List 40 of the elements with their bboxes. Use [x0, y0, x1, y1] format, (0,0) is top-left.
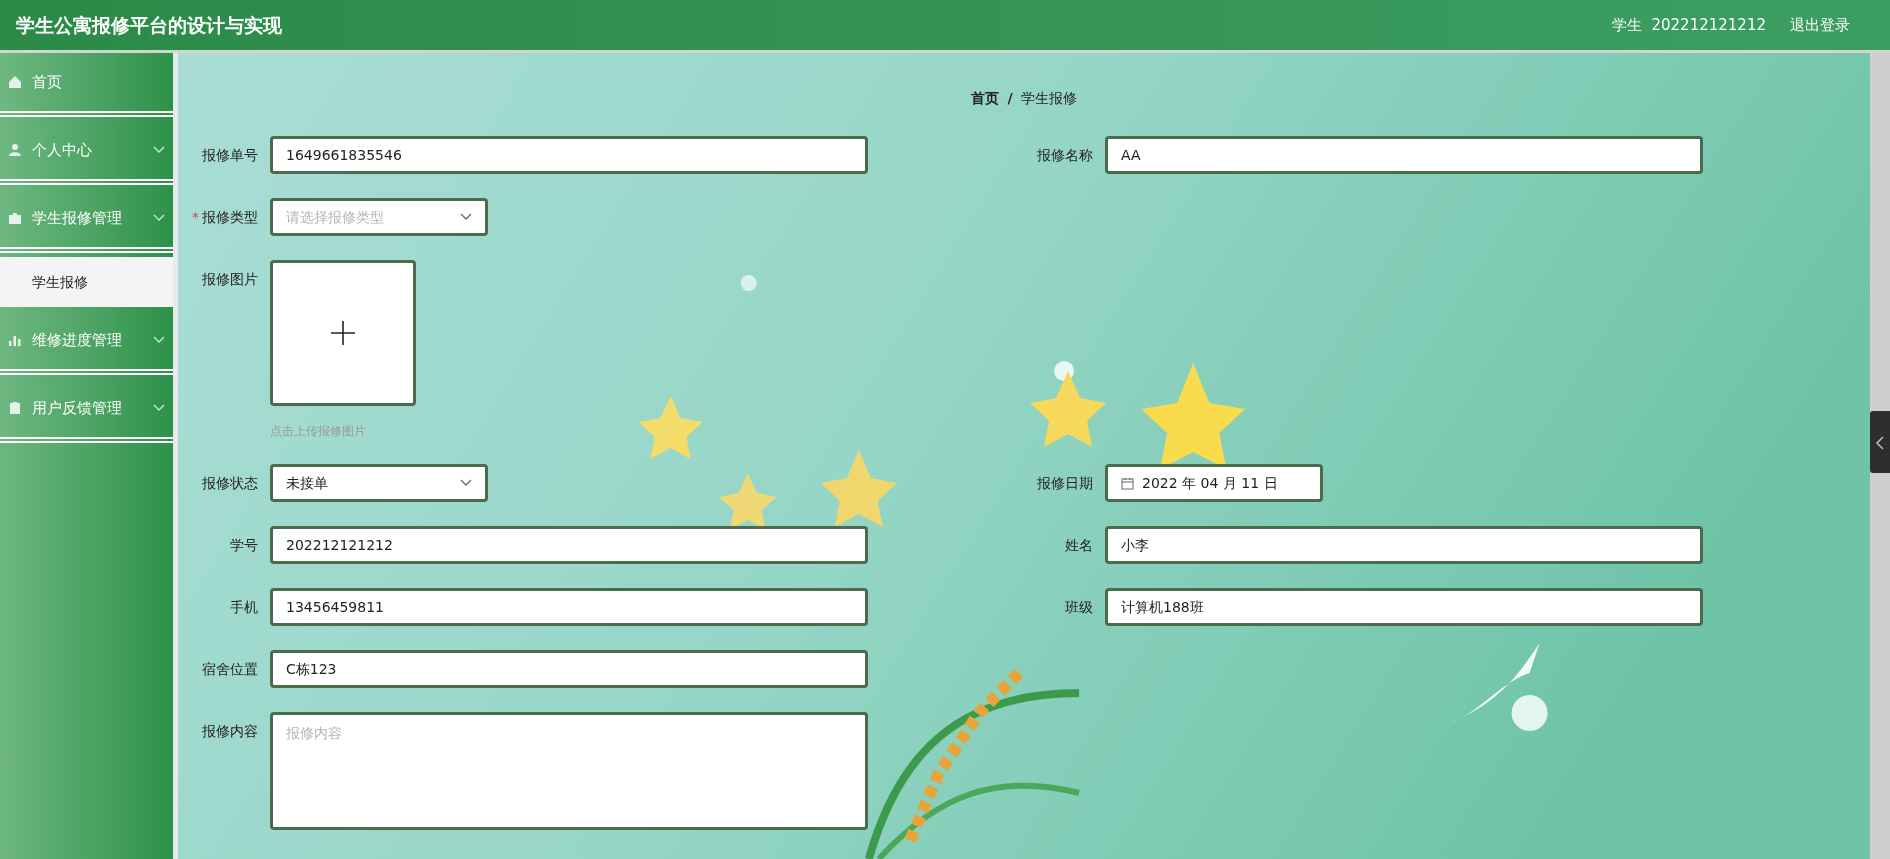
side-toggle-button[interactable] — [1870, 411, 1890, 473]
field-label: 报修内容 — [201, 722, 258, 741]
app-title: 学生公寓报修平台的设计与实现 — [16, 12, 282, 38]
bar-chart-icon — [8, 333, 22, 347]
field-label: 报修图片 — [201, 270, 258, 289]
date-field[interactable]: 2022 年 04 月 11 日 — [1105, 464, 1323, 502]
breadcrumb-separator: / — [1007, 88, 1013, 108]
field-label: 班级 — [1064, 598, 1093, 617]
input-field[interactable]: 202212121212 — [270, 526, 868, 564]
clipboard-icon — [8, 401, 22, 415]
sidebar-subitem[interactable]: 学生报修 — [0, 257, 173, 307]
upload-box[interactable] — [270, 260, 416, 406]
input-field[interactable]: 计算机188班 — [1105, 588, 1703, 626]
person-icon — [8, 143, 22, 157]
user-info: 学生 202212121212 — [1611, 14, 1766, 36]
field-label: 学号 — [229, 536, 258, 555]
home-icon — [8, 75, 22, 89]
calendar-icon — [1121, 476, 1134, 490]
breadcrumb-item: 学生报修 — [1020, 88, 1077, 108]
field-label: * 报修类型 — [191, 208, 258, 227]
field-label: 报修名称 — [1036, 146, 1093, 165]
chevron-left-icon — [1875, 435, 1885, 450]
field-label: 报修日期 — [1036, 474, 1093, 493]
chevron-down-icon — [460, 479, 472, 487]
input-field[interactable]: 1649661835546 — [270, 136, 868, 174]
chevron-down-icon — [460, 213, 472, 221]
scrollbar[interactable] — [1870, 53, 1890, 859]
field-label: 报修状态 — [201, 474, 258, 493]
select-field[interactable]: 未接单 — [270, 464, 488, 502]
briefcase-icon — [8, 211, 22, 225]
input-field[interactable]: 13456459811 — [270, 588, 868, 626]
breadcrumb-item[interactable]: 首页 — [971, 87, 1000, 109]
input-field[interactable]: AA — [1105, 136, 1703, 174]
input-field[interactable]: C栋123 — [270, 650, 868, 688]
plus-icon — [331, 321, 355, 345]
field-label: 手机 — [229, 598, 258, 617]
field-label: 姓名 — [1064, 536, 1093, 555]
field-label: 宿舍位置 — [201, 660, 258, 679]
input-field[interactable]: 小李 — [1105, 526, 1703, 564]
field-label: 报修单号 — [201, 146, 258, 165]
